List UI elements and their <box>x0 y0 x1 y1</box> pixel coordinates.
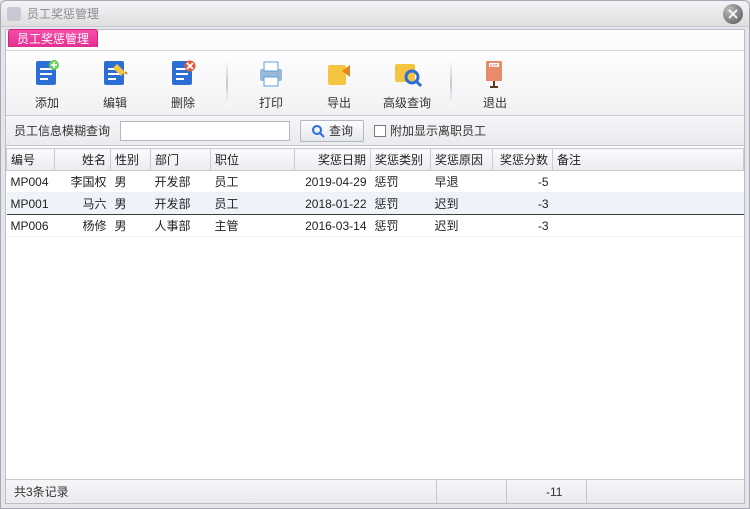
print-button[interactable]: 打印 <box>242 56 300 111</box>
add-button[interactable]: 添加 <box>18 56 76 111</box>
cell-reason: 早退 <box>431 171 493 193</box>
col-sex[interactable]: 性别 <box>111 149 151 171</box>
advanced-query-label: 高级查询 <box>383 94 431 111</box>
exit-icon: EXIT <box>477 56 513 92</box>
col-date[interactable]: 奖惩日期 <box>295 149 371 171</box>
delete-label: 删除 <box>171 94 195 111</box>
cell-type: 惩罚 <box>371 193 431 215</box>
cell-id: MP006 <box>7 215 55 237</box>
svg-text:EXIT: EXIT <box>490 63 499 67</box>
table-row[interactable]: MP006杨修男人事部主管2016-03-14惩罚迟到-3 <box>7 215 744 237</box>
col-note[interactable]: 备注 <box>553 149 744 171</box>
col-pos[interactable]: 职位 <box>211 149 295 171</box>
search-label: 员工信息模糊查询 <box>14 122 110 139</box>
cell-pos: 员工 <box>211 193 295 215</box>
cell-sex: 男 <box>111 193 151 215</box>
cell-name: 马六 <box>55 193 111 215</box>
record-count: 共3条记录 <box>14 483 69 500</box>
score-sum: -11 <box>546 485 562 499</box>
cell-type: 惩罚 <box>371 171 431 193</box>
grid-body: MP004李国权男开发部员工2019-04-29惩罚早退-5MP001马六男开发… <box>7 171 744 237</box>
export-label: 导出 <box>327 94 351 111</box>
toolbar-separator <box>226 59 228 107</box>
tab-rewards[interactable]: 员工奖惩管理 <box>8 29 98 47</box>
edit-icon <box>97 56 133 92</box>
cell-note <box>553 171 744 193</box>
cell-pos: 主管 <box>211 215 295 237</box>
add-label: 添加 <box>35 94 59 111</box>
cell-note <box>553 193 744 215</box>
col-id[interactable]: 编号 <box>7 149 55 171</box>
cell-reason: 迟到 <box>431 193 493 215</box>
app-icon <box>7 7 21 21</box>
status-separator <box>586 480 587 503</box>
cell-date: 2019-04-29 <box>295 171 371 193</box>
cell-score: -5 <box>493 171 553 193</box>
query-label: 查询 <box>329 122 353 139</box>
delete-button[interactable]: 删除 <box>154 56 212 111</box>
table-row[interactable]: MP004李国权男开发部员工2019-04-29惩罚早退-5 <box>7 171 744 193</box>
cell-sex: 男 <box>111 171 151 193</box>
status-separator <box>436 480 437 503</box>
col-reason[interactable]: 奖惩原因 <box>431 149 493 171</box>
cell-type: 惩罚 <box>371 215 431 237</box>
export-button[interactable]: 导出 <box>310 56 368 111</box>
cell-pos: 员工 <box>211 171 295 193</box>
col-dept[interactable]: 部门 <box>151 149 211 171</box>
col-name[interactable]: 姓名 <box>55 149 111 171</box>
window-close-button[interactable] <box>723 4 743 24</box>
export-icon <box>321 56 357 92</box>
search-input[interactable] <box>120 121 290 141</box>
print-label: 打印 <box>259 94 283 111</box>
show-resigned-checkbox[interactable]: 附加显示离职员工 <box>374 122 486 139</box>
checkbox-label: 附加显示离职员工 <box>390 122 486 139</box>
cell-date: 2018-01-22 <box>295 193 371 215</box>
window-title: 员工奖惩管理 <box>27 5 99 22</box>
tab-label: 员工奖惩管理 <box>17 32 89 46</box>
col-score[interactable]: 奖惩分数 <box>493 149 553 171</box>
search-bar: 员工信息模糊查询 查询 附加显示离职员工 <box>6 116 744 146</box>
table-row[interactable]: MP001马六男开发部员工2018-01-22惩罚迟到-3 <box>7 193 744 215</box>
exit-button[interactable]: EXIT 退出 <box>466 56 524 111</box>
cell-name: 李国权 <box>55 171 111 193</box>
print-icon <box>253 56 289 92</box>
query-button[interactable]: 查询 <box>300 120 364 142</box>
status-bar: 共3条记录 -11 <box>6 479 744 503</box>
cell-dept: 人事部 <box>151 215 211 237</box>
add-icon <box>29 56 65 92</box>
app-window: 员工奖惩管理 员工奖惩管理 添加 编辑 <box>0 0 750 509</box>
close-icon <box>728 9 738 19</box>
cell-id: MP001 <box>7 193 55 215</box>
title-bar: 员工奖惩管理 <box>1 1 749 27</box>
toolbar-separator <box>450 59 452 107</box>
cell-dept: 开发部 <box>151 193 211 215</box>
search-icon <box>311 124 325 138</box>
cell-sex: 男 <box>111 215 151 237</box>
edit-button[interactable]: 编辑 <box>86 56 144 111</box>
cell-dept: 开发部 <box>151 171 211 193</box>
edit-label: 编辑 <box>103 94 127 111</box>
grid-header: 编号 姓名 性别 部门 职位 奖惩日期 奖惩类别 奖惩原因 奖惩分数 备注 <box>7 149 744 171</box>
main-toolbar: 添加 编辑 删除 打印 <box>6 50 744 116</box>
cell-reason: 迟到 <box>431 215 493 237</box>
status-separator <box>506 480 507 503</box>
client-area: 员工奖惩管理 添加 编辑 删除 <box>5 29 745 504</box>
delete-icon <box>165 56 201 92</box>
data-grid[interactable]: 编号 姓名 性别 部门 职位 奖惩日期 奖惩类别 奖惩原因 奖惩分数 备注 MP… <box>6 148 744 477</box>
advanced-query-icon <box>389 56 425 92</box>
cell-note <box>553 215 744 237</box>
cell-name: 杨修 <box>55 215 111 237</box>
cell-score: -3 <box>493 193 553 215</box>
checkbox-box <box>374 125 386 137</box>
exit-label: 退出 <box>483 94 507 111</box>
advanced-query-button[interactable]: 高级查询 <box>378 56 436 111</box>
cell-date: 2016-03-14 <box>295 215 371 237</box>
col-type[interactable]: 奖惩类别 <box>371 149 431 171</box>
cell-score: -3 <box>493 215 553 237</box>
cell-id: MP004 <box>7 171 55 193</box>
